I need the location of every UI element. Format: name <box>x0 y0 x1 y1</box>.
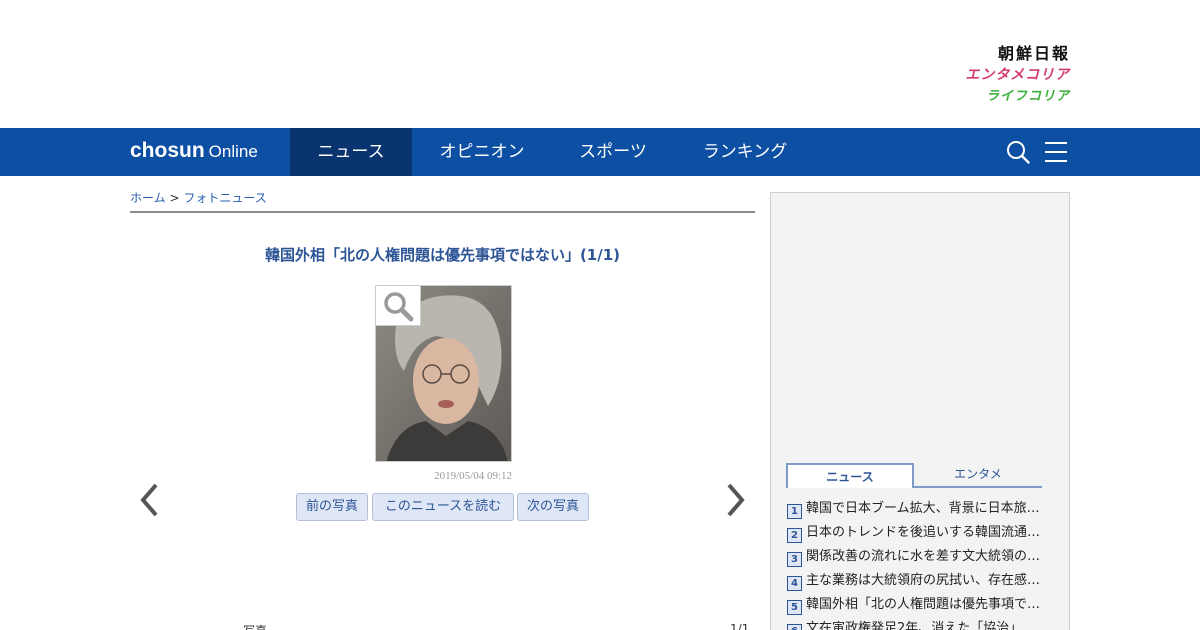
nav-item-ranking[interactable]: ランキング <box>690 128 800 176</box>
site-logo[interactable]: chosun Online <box>130 139 258 164</box>
photo-counter: 1/1 <box>730 622 750 630</box>
ranking-item[interactable]: 5 韓国外相「北の人権問題は優先事項ではない」 <box>787 595 1057 619</box>
breadcrumb-divider <box>130 211 755 213</box>
zoom-button[interactable] <box>376 286 421 326</box>
ranking-item-title: 関係改善の流れに水を差す文大統領の発言 <box>806 549 1044 564</box>
logo-main-text: chosun <box>130 139 205 162</box>
breadcrumb-home-link[interactable]: ホーム <box>130 191 166 205</box>
ranking-item-title: 韓国で日本ブーム拡大、背景に日本旅行者の増加 <box>806 501 1044 516</box>
ranking-item[interactable]: 1 韓国で日本ブーム拡大、背景に日本旅行者の増加 <box>787 499 1057 523</box>
breadcrumb: ホーム > フォトニュース <box>130 188 267 208</box>
read-news-button[interactable]: このニュースを読む <box>372 493 514 521</box>
main-navbar: chosun Online ニュース オピニオン スポーツ ランキング <box>0 128 1200 176</box>
chevron-left-icon[interactable] <box>138 481 162 519</box>
page: 朝鮮日報 エンタメコリア ライフコリア chosun Online ニュース オピ… <box>0 0 1200 630</box>
ranking-item-title: 主な業務は大統領府の尻拭い、存在感なき外交部 <box>806 573 1044 588</box>
next-photo-button[interactable]: 次の写真 <box>517 493 589 521</box>
brand-links: 朝鮮日報 エンタメコリア ライフコリア <box>930 44 1070 108</box>
ranking-item[interactable]: 6 文在寅政権発足2年、消えた「協治」 <box>787 619 1057 630</box>
article-photo[interactable] <box>375 285 512 462</box>
tab-news[interactable]: ニュース <box>786 463 914 488</box>
hamburger-menu-icon[interactable] <box>1044 140 1068 164</box>
ranking-list: 1 韓国で日本ブーム拡大、背景に日本旅行者の増加 2 日本のトレンドを後追いする韓国… <box>787 499 1057 630</box>
brand-chosun-link[interactable]: 朝鮮日報 <box>930 44 1070 64</box>
photo-strip-label: 写真 <box>243 622 267 630</box>
nav-item-opinion[interactable]: オピニオン <box>424 128 540 176</box>
search-icon[interactable] <box>1006 140 1030 164</box>
breadcrumb-current-link[interactable]: フォトニュース <box>183 191 266 205</box>
prev-photo-button[interactable]: 前の写真 <box>296 493 368 521</box>
ranking-item-title: 文在寅政権発足2年、消えた「協治」 <box>806 621 1023 630</box>
nav-item-sports[interactable]: スポーツ <box>564 128 662 176</box>
logo-sub-text: Online <box>208 142 258 161</box>
rank-number: 4 <box>787 576 802 591</box>
tab-entame[interactable]: エンタメ <box>914 463 1042 488</box>
magnifier-icon <box>384 292 414 322</box>
rank-number: 3 <box>787 552 802 567</box>
photo-timestamp: 2019/05/04 09:12 <box>434 470 512 482</box>
ranking-item[interactable]: 3 関係改善の流れに水を差す文大統領の発言 <box>787 547 1057 571</box>
rank-number: 5 <box>787 600 802 615</box>
rank-number: 1 <box>787 504 802 519</box>
sidebar-ad-slot <box>770 192 1070 443</box>
nav-item-news[interactable]: ニュース <box>290 128 412 176</box>
article-title: 韓国外相「北の人権問題は優先事項ではない」(1/1) <box>264 246 621 264</box>
ranking-item[interactable]: 2 日本のトレンドを後追いする韓国流通業界 <box>787 523 1057 547</box>
ranking-item-title: 日本のトレンドを後追いする韓国流通業界 <box>806 525 1044 540</box>
rank-number: 6 <box>787 624 802 630</box>
brand-life-link[interactable]: ライフコリア <box>930 86 1070 108</box>
ranking-item-title: 韓国外相「北の人権問題は優先事項ではない」 <box>806 597 1044 612</box>
chevron-right-icon[interactable] <box>723 481 747 519</box>
brand-entame-link[interactable]: エンタメコリア <box>930 64 1070 86</box>
ranking-panel: ニュース エンタメ 1 韓国で日本ブーム拡大、背景に日本旅行者の増加 2 日本のトレ… <box>770 442 1070 630</box>
ranking-item[interactable]: 4 主な業務は大統領府の尻拭い、存在感なき外交部 <box>787 571 1057 595</box>
breadcrumb-separator: > <box>169 191 180 205</box>
rank-number: 2 <box>787 528 802 543</box>
